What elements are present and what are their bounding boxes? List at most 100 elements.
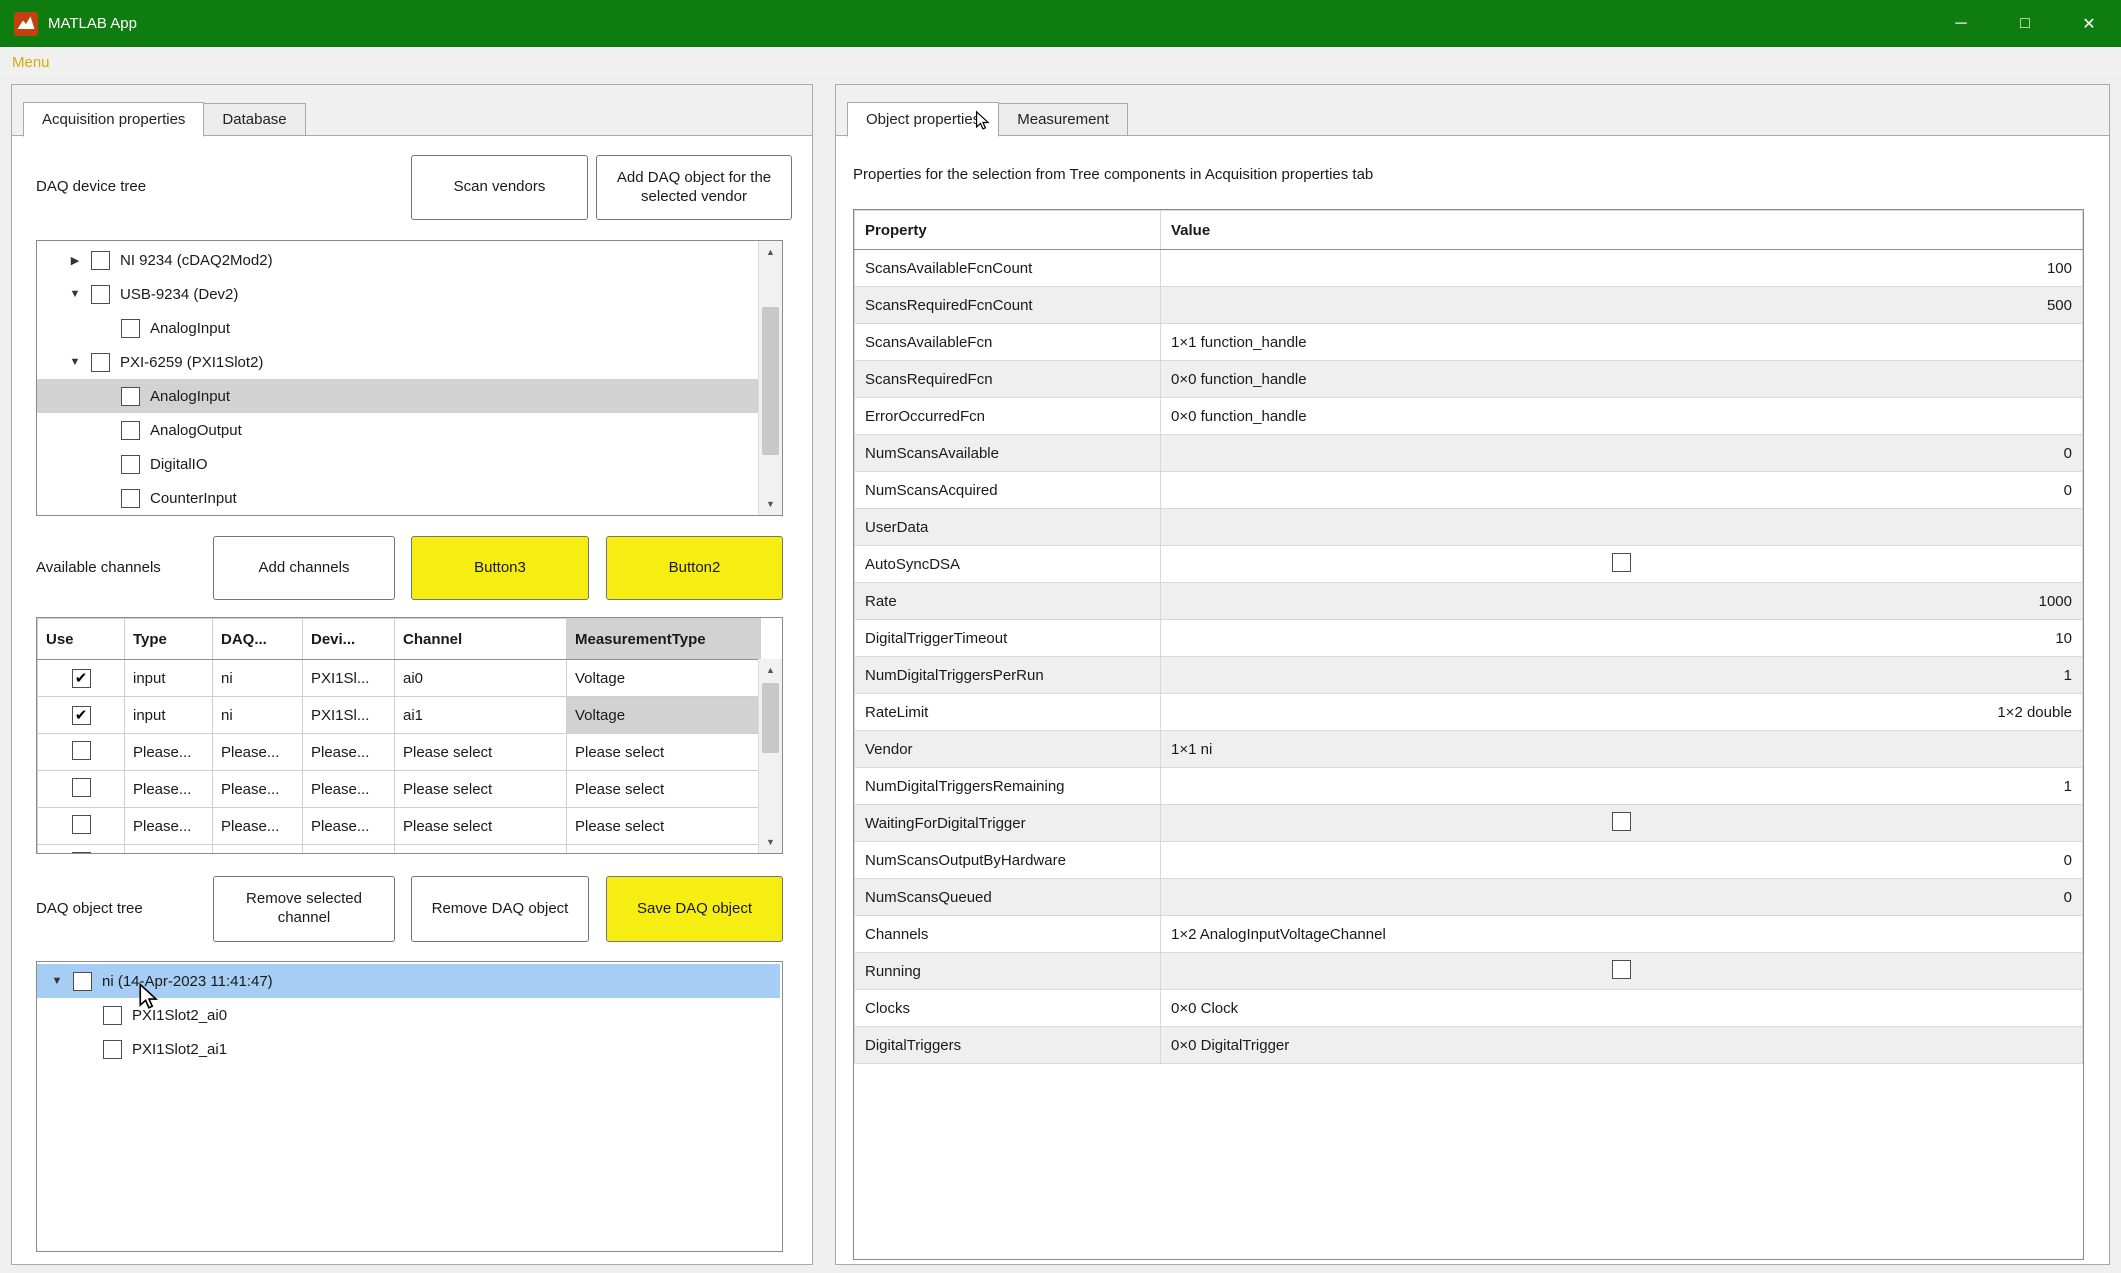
property-value[interactable]: 1000 (1161, 583, 2083, 620)
checkbox[interactable] (1612, 553, 1631, 572)
scrollbar-thumb[interactable] (762, 683, 779, 753)
checkbox[interactable] (121, 421, 140, 440)
tree-item[interactable]: ▶NI 9234 (cDAQ2Mod2) (37, 243, 758, 277)
property-value[interactable]: 1×1 ni (1161, 731, 2083, 768)
table-cell[interactable]: Please select (567, 734, 761, 771)
column-header[interactable]: Property (855, 211, 1161, 250)
scroll-up-icon[interactable]: ▲ (759, 241, 782, 263)
table-cell[interactable]: Please... (213, 808, 303, 845)
add-channels-button[interactable]: Add channels (213, 536, 395, 600)
property-value[interactable]: 1×2 double (1161, 694, 2083, 731)
property-value[interactable]: 0 (1161, 879, 2083, 916)
remove-selected-channel-button[interactable]: Remove selected channel (213, 876, 395, 942)
table-cell[interactable]: Please... (303, 845, 395, 855)
minimize-button[interactable]: ─ (1929, 0, 1993, 47)
checkbox[interactable] (121, 489, 140, 508)
add-daq-object-button[interactable]: Add DAQ object for the selected vendor (596, 155, 792, 220)
property-value[interactable] (1161, 509, 2083, 546)
column-header[interactable]: MeasurementType (567, 619, 761, 660)
checkbox[interactable] (91, 353, 110, 372)
table-cell[interactable]: Please... (213, 734, 303, 771)
table-cell[interactable]: Voltage (567, 697, 761, 734)
use-cell[interactable] (38, 771, 125, 808)
property-value[interactable]: 0×0 Clock (1161, 990, 2083, 1027)
table-cell[interactable]: PXI1Sl... (303, 660, 395, 697)
table-cell[interactable]: ni (213, 660, 303, 697)
scroll-down-icon[interactable]: ▼ (759, 493, 782, 515)
property-value[interactable]: 0×0 function_handle (1161, 361, 2083, 398)
collapse-icon[interactable]: ▼ (67, 288, 83, 300)
property-value[interactable] (1161, 805, 2083, 842)
scrollbar-thumb[interactable] (762, 307, 779, 455)
checkbox[interactable] (121, 319, 140, 338)
table-cell[interactable]: Please... (303, 808, 395, 845)
menu-item[interactable]: Menu (12, 54, 50, 71)
scroll-up-icon[interactable]: ▲ (759, 659, 782, 681)
tree-item[interactable]: CounterInput (37, 481, 758, 515)
table-cell[interactable]: Please select (395, 734, 567, 771)
column-header[interactable]: DAQ... (213, 619, 303, 660)
tree-item[interactable]: AnalogOutput (37, 413, 758, 447)
property-value[interactable]: 0 (1161, 472, 2083, 509)
checkbox[interactable] (121, 387, 140, 406)
collapse-icon[interactable]: ▼ (67, 356, 83, 368)
property-value[interactable]: 500 (1161, 287, 2083, 324)
collapse-icon[interactable]: ▼ (49, 975, 65, 987)
button2[interactable]: Button2 (606, 536, 783, 600)
use-cell[interactable] (38, 734, 125, 771)
property-value[interactable]: 0 (1161, 842, 2083, 879)
table-cell[interactable]: input (125, 697, 213, 734)
use-cell[interactable] (38, 845, 125, 855)
device-tree-scrollbar[interactable]: ▲ ▼ (758, 241, 782, 515)
tree-item[interactable]: AnalogInput (37, 379, 758, 413)
property-value[interactable]: 1 (1161, 657, 2083, 694)
tab-object-properties[interactable]: Object properties (847, 102, 999, 137)
tree-item[interactable]: ▼USB-9234 (Dev2) (37, 277, 758, 311)
table-cell[interactable]: Please... (125, 771, 213, 808)
property-value[interactable]: 0×0 function_handle (1161, 398, 2083, 435)
close-button[interactable]: ✕ (2057, 0, 2121, 47)
checkbox[interactable] (1612, 812, 1631, 831)
table-cell[interactable]: Please... (125, 734, 213, 771)
table-cell[interactable]: Please select (395, 845, 567, 855)
column-header[interactable]: Devi... (303, 619, 395, 660)
tab-database[interactable]: Database (204, 103, 305, 136)
scan-vendors-button[interactable]: Scan vendors (411, 155, 588, 220)
table-cell[interactable]: Please select (567, 808, 761, 845)
table-cell[interactable]: Please select (567, 845, 761, 855)
use-cell[interactable]: ✔ (38, 697, 125, 734)
checkbox[interactable] (91, 251, 110, 270)
tab-measurement[interactable]: Measurement (999, 103, 1128, 136)
table-cell[interactable]: ni (213, 697, 303, 734)
remove-daq-object-button[interactable]: Remove DAQ object (411, 876, 589, 942)
table-cell[interactable]: Please select (395, 771, 567, 808)
table-cell[interactable]: Please... (213, 845, 303, 855)
table-cell[interactable]: Please... (125, 808, 213, 845)
column-header[interactable]: Use (38, 619, 125, 660)
table-cell[interactable]: Please... (303, 771, 395, 808)
tree-item[interactable]: DigitalIO (37, 447, 758, 481)
property-value[interactable] (1161, 953, 2083, 990)
table-cell[interactable]: ai0 (395, 660, 567, 697)
table-cell[interactable]: Please select (395, 808, 567, 845)
table-cell[interactable]: Please... (303, 734, 395, 771)
expand-icon[interactable]: ▶ (67, 254, 83, 267)
save-daq-object-button[interactable]: Save DAQ object (606, 876, 783, 942)
property-value[interactable] (1161, 546, 2083, 583)
table-cell[interactable]: input (125, 660, 213, 697)
checkbox[interactable]: ✔ (72, 706, 91, 725)
tree-item[interactable]: PXI1Slot2_ai1 (37, 1032, 780, 1066)
table-cell[interactable]: Please select (567, 771, 761, 808)
maximize-button[interactable]: □ (1993, 0, 2057, 47)
property-value[interactable]: 1×1 function_handle (1161, 324, 2083, 361)
checkbox[interactable] (121, 455, 140, 474)
checkbox[interactable]: ✔ (72, 669, 91, 688)
tree-item[interactable]: ▼ni (14-Apr-2023 11:41:47) (37, 964, 780, 998)
checkbox[interactable] (73, 972, 92, 991)
column-header[interactable]: Value (1161, 211, 2083, 250)
channels-table-scrollbar[interactable]: ▲ ▼ (758, 659, 782, 853)
column-header[interactable]: Type (125, 619, 213, 660)
scroll-down-icon[interactable]: ▼ (759, 831, 782, 853)
checkbox[interactable] (72, 741, 91, 760)
table-cell[interactable]: Please... (125, 845, 213, 855)
